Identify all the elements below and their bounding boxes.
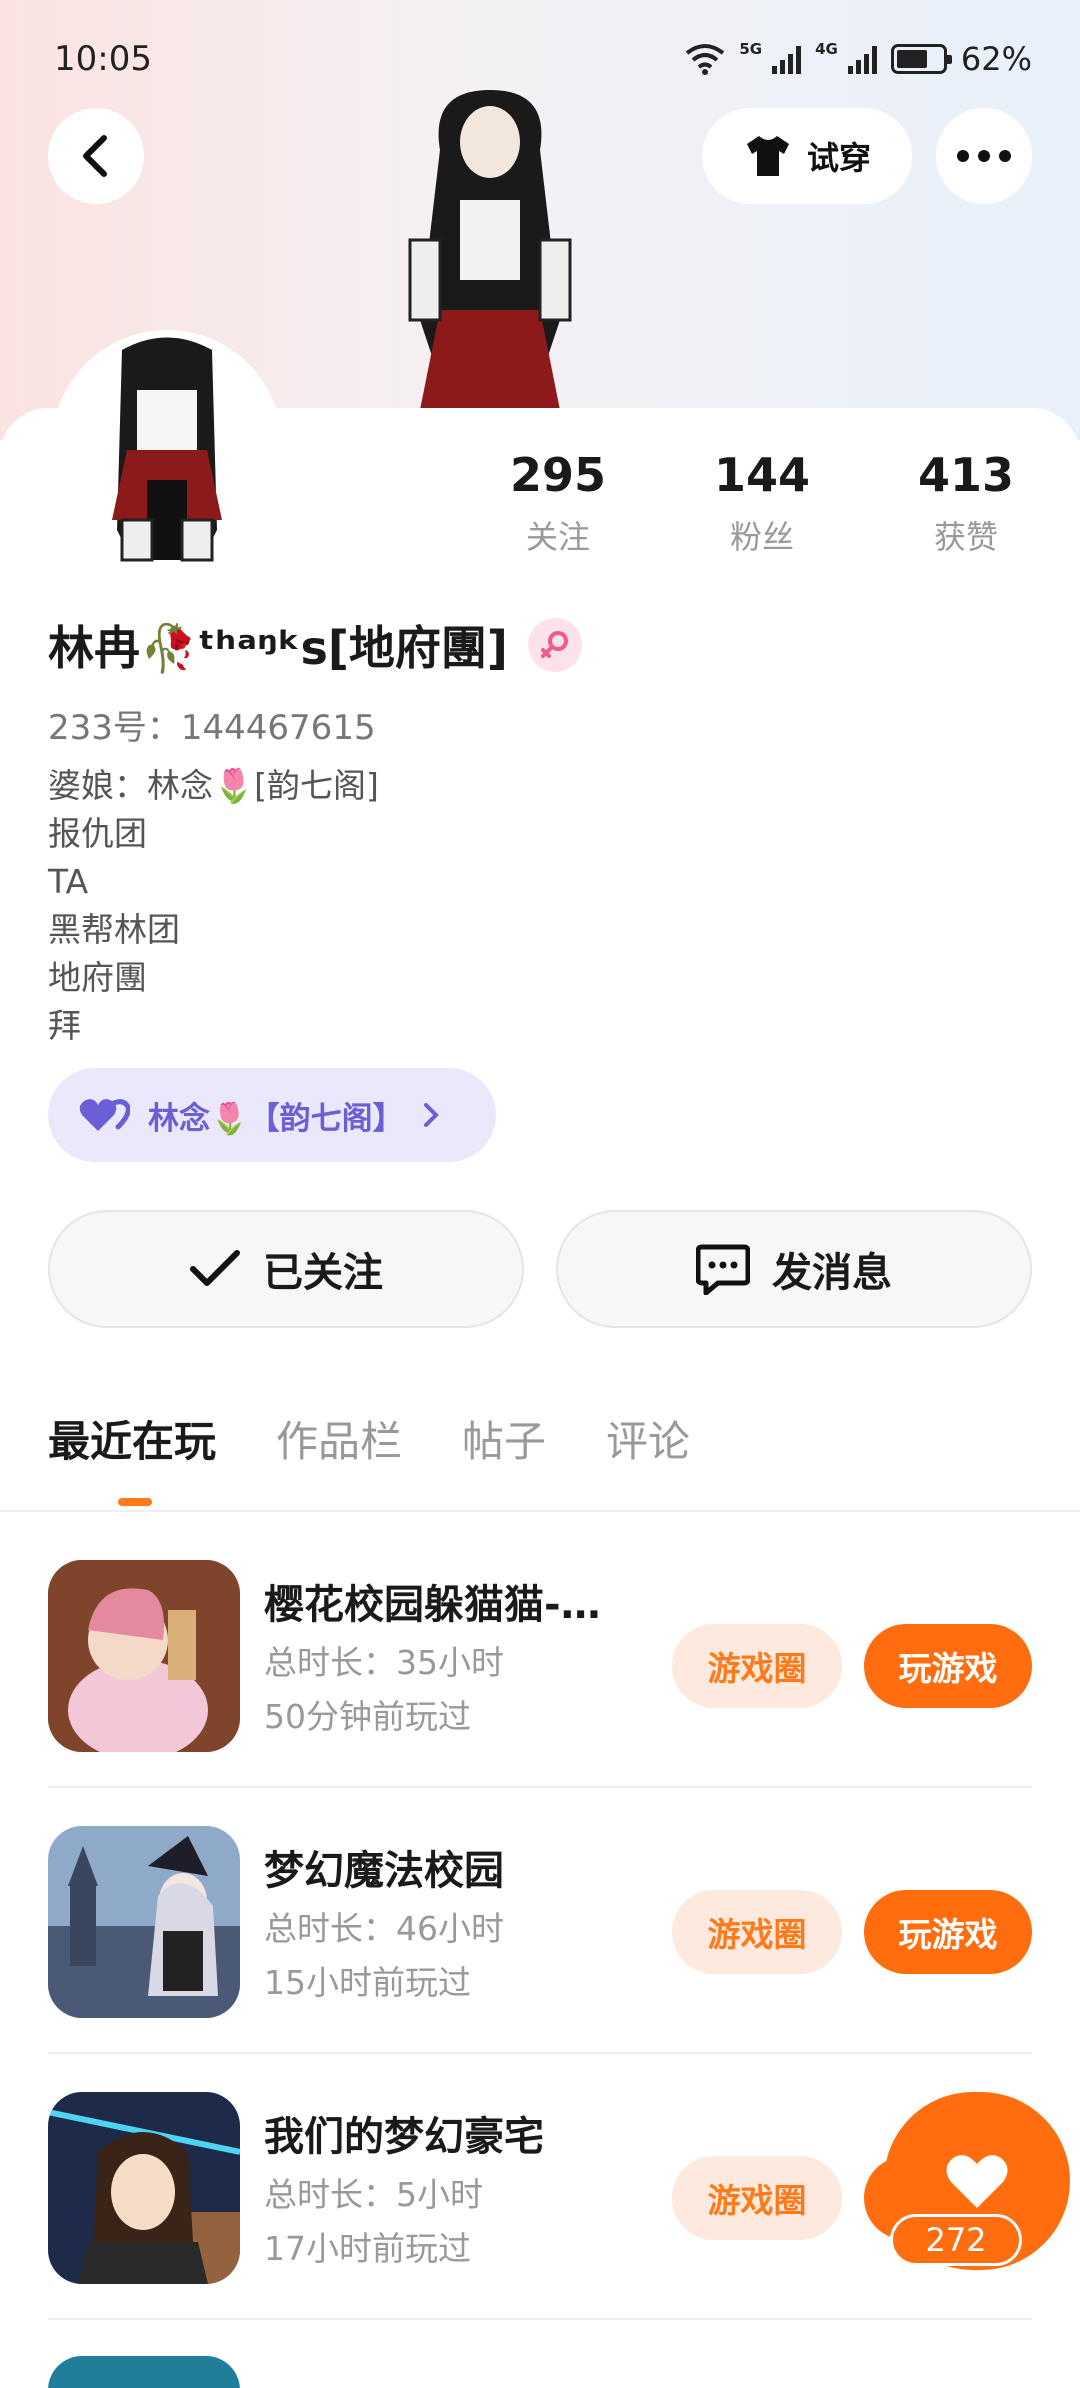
send-message-button[interactable]: 发消息 bbox=[556, 1210, 1032, 1328]
play-game-button[interactable]: 玩游戏 bbox=[864, 1890, 1032, 1974]
tab-recently-played[interactable]: 最近在玩 bbox=[48, 1408, 216, 1506]
game-duration: 总时长：5小时 bbox=[264, 2175, 483, 2214]
try-on-button[interactable]: 试穿 bbox=[702, 108, 912, 204]
stat-value: 413 bbox=[917, 448, 1015, 502]
game-icon-partial[interactable] bbox=[48, 2356, 240, 2388]
checkmark-icon bbox=[190, 1250, 240, 1286]
game-row-1[interactable]: 樱花校园躲猫猫-… 总时长：35小时 50分钟前玩过 游戏圈 玩游戏 bbox=[48, 1512, 1032, 1778]
name-row: 林冉🥀ᵗʰᵃᵑᵏs[地府團] bbox=[48, 612, 582, 678]
battery-icon bbox=[890, 44, 952, 74]
game-last-played: 17小时前玩过 bbox=[264, 2229, 471, 2268]
game-duration: 总时长：46小时 bbox=[264, 1909, 504, 1948]
stat-value: 295 bbox=[509, 448, 607, 502]
stat-following[interactable]: 295 关注 bbox=[478, 448, 638, 558]
user-id: 233号：144467615 bbox=[48, 708, 376, 748]
game-circle-button[interactable]: 游戏圈 bbox=[672, 1624, 842, 1708]
bio-line: 拜 bbox=[48, 1006, 81, 1045]
game-last-played: 15小时前玩过 bbox=[264, 1963, 471, 2002]
game-icon-dream-mansion[interactable] bbox=[48, 2092, 240, 2284]
status-icons: 5G 4G 62% bbox=[685, 40, 1032, 78]
play-game-button[interactable]: 玩游戏 bbox=[864, 1624, 1032, 1708]
bio-line: 婆娘：林念🌷[韵七阁] bbox=[48, 766, 379, 805]
status-time: 10:05 bbox=[54, 39, 152, 79]
game-duration: 总时长：35小时 bbox=[264, 1643, 504, 1682]
wifi-icon bbox=[686, 44, 725, 75]
avatar-figure-image bbox=[408, 90, 572, 410]
stat-label: 关注 bbox=[525, 518, 590, 556]
stat-label: 获赞 bbox=[933, 518, 998, 556]
tab-works[interactable]: 作品栏 bbox=[276, 1408, 402, 1469]
more-dots-icon bbox=[957, 150, 1011, 162]
shirt-icon bbox=[746, 136, 789, 176]
game-title: 樱花校园躲猫猫-… bbox=[264, 1582, 601, 1628]
game-icon-magic-school[interactable] bbox=[48, 1826, 240, 2018]
followed-label: 已关注 bbox=[263, 1250, 383, 1296]
bio-line: TA bbox=[48, 862, 89, 901]
tab-comments[interactable]: 评论 bbox=[606, 1408, 690, 1469]
stat-value: 144 bbox=[713, 448, 811, 502]
avatar[interactable] bbox=[52, 330, 282, 570]
chat-bubble-icon bbox=[696, 1244, 750, 1295]
profile-name: 林冉🥀ᵗʰᵃᵑᵏs[地府團] bbox=[48, 621, 508, 675]
tab-posts[interactable]: 帖子 bbox=[462, 1408, 546, 1469]
try-on-label: 试穿 bbox=[806, 139, 871, 177]
stat-label: 粉丝 bbox=[729, 518, 794, 556]
partner-chip[interactable]: 林念🌷【韵七阁】 bbox=[48, 1068, 496, 1162]
game-title: 梦幻魔法校园 bbox=[264, 1848, 504, 1894]
network-5g-label: 5G bbox=[739, 40, 763, 58]
stat-likes[interactable]: 413 获赞 bbox=[886, 448, 1046, 558]
signal-icon bbox=[772, 44, 802, 74]
heart-icon bbox=[946, 2155, 1008, 2208]
row-divider bbox=[48, 2318, 1032, 2320]
bio-line: 黑帮林团 bbox=[48, 910, 180, 949]
battery-percent: 62% bbox=[960, 40, 1032, 78]
game-circle-button[interactable]: 游戏圈 bbox=[672, 1890, 842, 1974]
female-gender-icon bbox=[527, 618, 582, 672]
network-4g-label: 4G bbox=[815, 40, 838, 58]
stat-followers[interactable]: 144 粉丝 bbox=[682, 448, 842, 558]
game-icon-sakura[interactable] bbox=[48, 1560, 240, 1752]
send-message-label: 发消息 bbox=[772, 1250, 892, 1296]
like-count-badge: 272 bbox=[890, 2214, 1022, 2266]
back-button[interactable] bbox=[48, 108, 144, 204]
bio-line: 报仇团 bbox=[48, 814, 147, 853]
chevron-right-icon bbox=[423, 1103, 439, 1127]
game-title: 我们的梦幻豪宅 bbox=[264, 2114, 544, 2160]
avatar-image bbox=[112, 337, 222, 562]
profile-bio: 婆娘：林念🌷[韵七阁] 报仇团 TA 黑帮林团 地府團 拜 bbox=[48, 762, 379, 1050]
bio-line: 地府團 bbox=[48, 958, 147, 997]
game-last-played: 50分钟前玩过 bbox=[264, 1697, 471, 1736]
chevron-left-icon bbox=[83, 135, 107, 177]
more-button[interactable] bbox=[936, 108, 1032, 204]
game-row-2[interactable]: 梦幻魔法校园 总时长：46小时 15小时前玩过 游戏圈 玩游戏 bbox=[48, 1778, 1032, 2044]
double-heart-icon bbox=[79, 1099, 130, 1131]
profile-tabs: 最近在玩 作品栏 帖子 评论 bbox=[48, 1408, 690, 1506]
followed-button[interactable]: 已关注 bbox=[48, 1210, 524, 1328]
signal-icon bbox=[847, 44, 877, 74]
partner-name: 林念🌷【韵七阁】 bbox=[148, 1100, 404, 1137]
game-circle-button[interactable]: 游戏圈 bbox=[672, 2156, 842, 2240]
